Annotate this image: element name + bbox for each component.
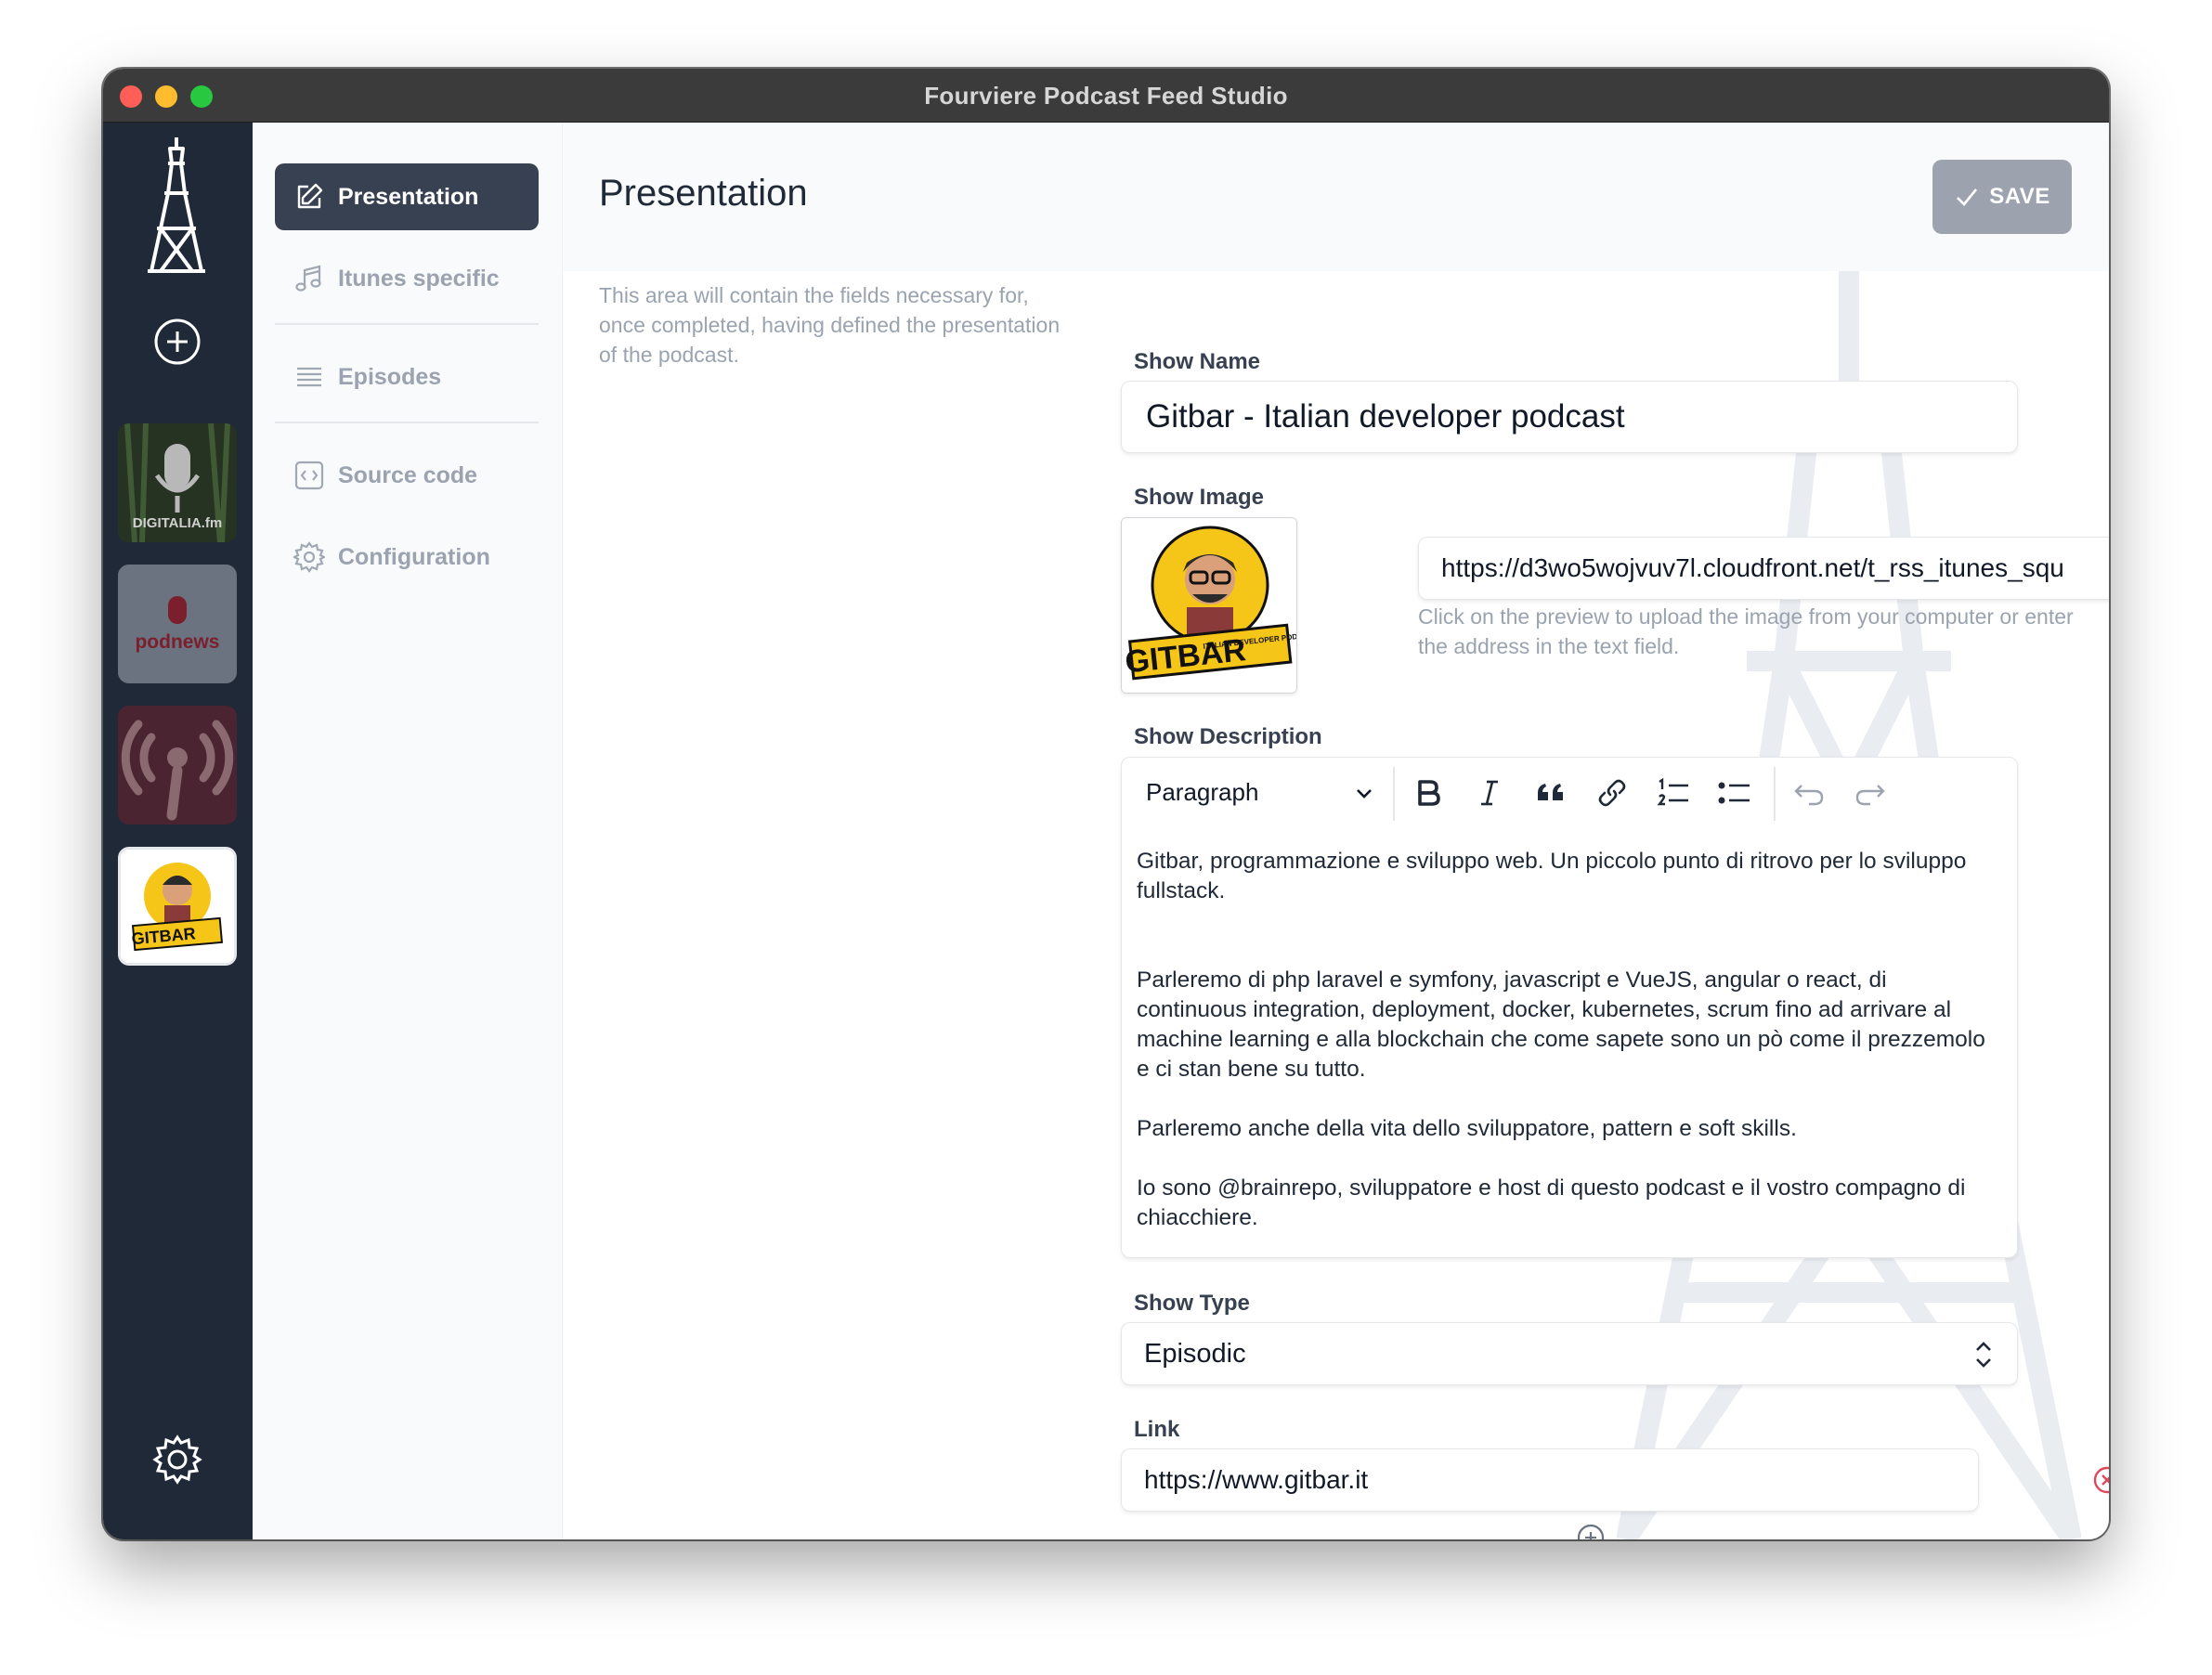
podnews-mic-icon <box>168 596 187 624</box>
nav-item-itunes-specific[interactable]: Itunes specific <box>275 245 539 312</box>
list-icon <box>297 367 321 387</box>
nav-item-label: Source code <box>338 461 478 488</box>
nav-item-label: Configuration <box>338 543 490 570</box>
description-editor[interactable]: Paragraph Gitbar, programmazione e svilu… <box>1121 757 2018 1258</box>
nav-item-configuration[interactable]: Configuration <box>275 524 539 591</box>
block-type-select[interactable]: Paragraph <box>1146 778 1258 807</box>
title-bar: Fourviere Podcast Feed Studio <box>103 69 2109 123</box>
gear-icon <box>293 541 325 573</box>
antenna-icon <box>118 706 237 825</box>
add-link-icon[interactable] <box>1576 1523 1606 1539</box>
show-type-value: Episodic <box>1144 1338 1246 1369</box>
podcast-tile-antenna[interactable] <box>118 706 237 825</box>
podcast-tile-podnews[interactable]: podnews <box>118 565 237 683</box>
music-note-icon <box>295 265 321 292</box>
podcast-tile-digitalia[interactable]: DIGITALIA.fm <box>118 423 237 542</box>
description-paragraph: Io sono @brainrepo, sviluppatore e host … <box>1137 1175 1972 1230</box>
ordered-list-icon[interactable] <box>1655 774 1692 812</box>
window-title: Fourviere Podcast Feed Studio <box>924 82 1288 110</box>
nav-divider <box>275 422 539 423</box>
show-image-label: Show Image <box>1134 485 1265 510</box>
link-input[interactable]: https://www.gitbar.it <box>1121 1448 1979 1512</box>
section-nav: Presentation Itunes specific Episodes So… <box>253 123 563 1539</box>
show-description-label: Show Description <box>1134 724 1322 749</box>
show-name-input[interactable]: Gitbar - Italian developer podcast <box>1121 381 2018 453</box>
description-editor-content[interactable]: Gitbar, programmazione e sviluppo web. U… <box>1137 847 2000 1263</box>
editor-toolbar: Paragraph <box>1122 758 2017 830</box>
show-image-hint: Click on the preview to upload the image… <box>1418 604 2074 658</box>
podnews-text: podnews <box>135 631 219 653</box>
nav-item-episodes[interactable]: Episodes <box>275 344 539 410</box>
podcast-tile-gitbar[interactable]: GITBAR <box>118 847 237 966</box>
gitbar-logo-icon: GITBAR <box>121 850 234 963</box>
chevron-down-icon[interactable] <box>1350 780 1378 808</box>
description-paragraph: Parleremo di php laravel e symfony, java… <box>1137 967 1992 1082</box>
show-image-preview[interactable]: GITBAR ITALIAN DEVELOPER PODCAST <box>1121 517 1297 694</box>
italic-icon[interactable] <box>1471 774 1508 812</box>
gitbar-cover-icon: GITBAR ITALIAN DEVELOPER PODCAST <box>1122 518 1296 693</box>
link-icon[interactable] <box>1594 774 1631 812</box>
add-podcast-icon[interactable] <box>153 318 202 366</box>
undo-icon[interactable] <box>1790 774 1828 812</box>
app-settings-icon[interactable] <box>151 1434 203 1486</box>
bullet-list-icon[interactable] <box>1716 774 1753 812</box>
save-button[interactable]: SAVE <box>1932 160 2072 234</box>
microphone-icon: DIGITALIA.fm <box>118 423 237 542</box>
nav-item-label: Presentation <box>338 183 479 210</box>
fourviere-tower-logo-icon <box>148 137 205 273</box>
digitalia-text: DIGITALIA.fm <box>133 515 222 531</box>
clear-link-icon[interactable] <box>2092 1465 2109 1495</box>
description-paragraph: Gitbar, programmazione e sviluppo web. U… <box>1137 849 1973 903</box>
show-type-select[interactable]: Episodic <box>1121 1322 2018 1385</box>
nav-item-label: Itunes specific <box>338 265 500 292</box>
page-header: Presentation SAVE <box>564 123 2109 271</box>
app-window: Fourviere Podcast Feed Studio DIGITALIA.… <box>103 69 2109 1539</box>
link-label: Link <box>1134 1417 1180 1442</box>
nav-item-presentation[interactable]: Presentation <box>275 163 539 230</box>
nav-item-label: Episodes <box>338 363 442 390</box>
edit-icon <box>297 183 323 209</box>
select-arrows-icon <box>1976 1342 1991 1368</box>
show-image-url-input[interactable]: https://d3wo5wojvuv7l.cloudfront.net/t_r… <box>1418 537 2109 600</box>
nav-item-source-code[interactable]: Source code <box>275 442 539 509</box>
podcast-rail: DIGITALIA.fm podnews GITBAR <box>103 123 253 1539</box>
show-name-label: Show Name <box>1134 349 1261 374</box>
quote-icon[interactable] <box>1532 774 1569 812</box>
toolbar-divider <box>1393 767 1395 821</box>
code-icon <box>294 461 324 490</box>
description-paragraph: Parleremo anche della vita dello svilupp… <box>1137 1116 1797 1141</box>
show-type-label: Show Type <box>1134 1291 1250 1316</box>
section-intro-text: This area will contain the fields necess… <box>599 283 1060 367</box>
main-panel: Presentation SAVE This area will contain… <box>564 123 2109 1539</box>
page-title: Presentation <box>599 173 808 214</box>
bold-icon[interactable] <box>1410 774 1447 812</box>
check-icon <box>1957 188 1978 206</box>
redo-icon[interactable] <box>1852 774 1889 812</box>
toolbar-divider <box>1774 767 1776 821</box>
nav-divider <box>275 323 539 325</box>
